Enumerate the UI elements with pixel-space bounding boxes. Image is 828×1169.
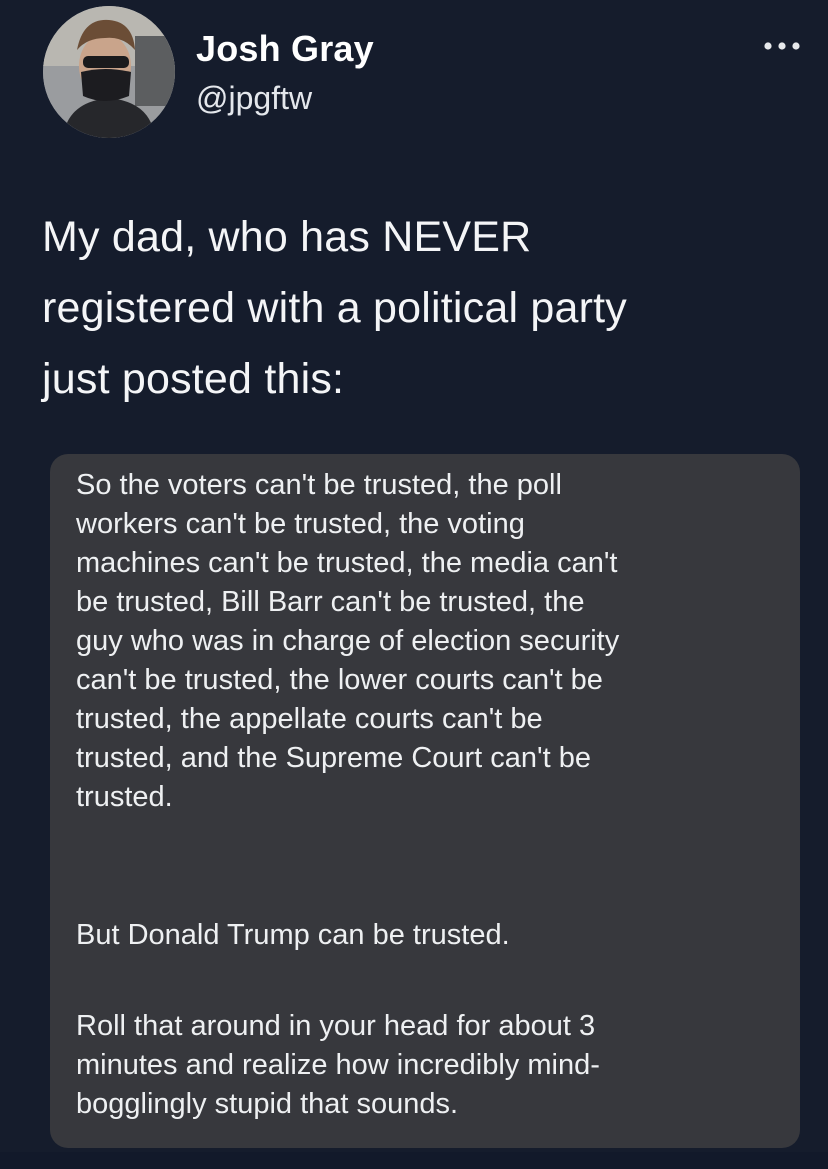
more-options-icon[interactable] [760, 38, 804, 54]
quote-line: So the voters can't be trusted, the poll [76, 469, 562, 501]
user-avatar[interactable] [43, 6, 175, 138]
quote-line: minutes and realize how incredibly mind- [76, 1049, 600, 1081]
tweet-text-line: My dad, who has NEVER [42, 213, 532, 261]
avatar-photo-icon [43, 6, 175, 138]
display-name[interactable]: Josh Gray [196, 28, 374, 70]
quote-line: workers can't be trusted, the voting [76, 508, 525, 540]
quote-line: trusted, and the Supreme Court can't be [76, 742, 591, 774]
quote-line: But Donald Trump can be trusted. [76, 919, 510, 951]
quote-line: be trusted, Bill Barr can't be trusted, … [76, 586, 585, 618]
quote-paragraph-2: But Donald Trump can be trusted. [76, 916, 510, 955]
user-handle[interactable]: @jpgftw [196, 80, 312, 117]
quote-line: machines can't be trusted, the media can… [76, 547, 618, 579]
tweet-container: Josh Gray @jpgftw My dad, who has NEVER … [0, 0, 828, 1169]
quote-paragraph-1: So the voters can't be trusted, the poll… [76, 466, 619, 817]
quote-line: can't be trusted, the lower courts can't… [76, 664, 603, 696]
quote-line: Roll that around in your head for about … [76, 1010, 596, 1042]
tweet-text-line: registered with a political party [42, 284, 627, 332]
quote-line: guy who was in charge of election securi… [76, 625, 620, 657]
bottom-edge [0, 1152, 828, 1169]
quote-line: trusted. [76, 781, 173, 813]
quoted-post-card[interactable]: So the voters can't be trusted, the poll… [50, 454, 800, 1148]
quote-line: bogglingly stupid that sounds. [76, 1088, 459, 1120]
quote-paragraph-3: Roll that around in your head for about … [76, 1007, 600, 1124]
tweet-text: My dad, who has NEVER registered with a … [42, 202, 802, 415]
quote-line: trusted, the appellate courts can't be [76, 703, 543, 735]
tweet-text-line: just posted this: [42, 355, 345, 403]
